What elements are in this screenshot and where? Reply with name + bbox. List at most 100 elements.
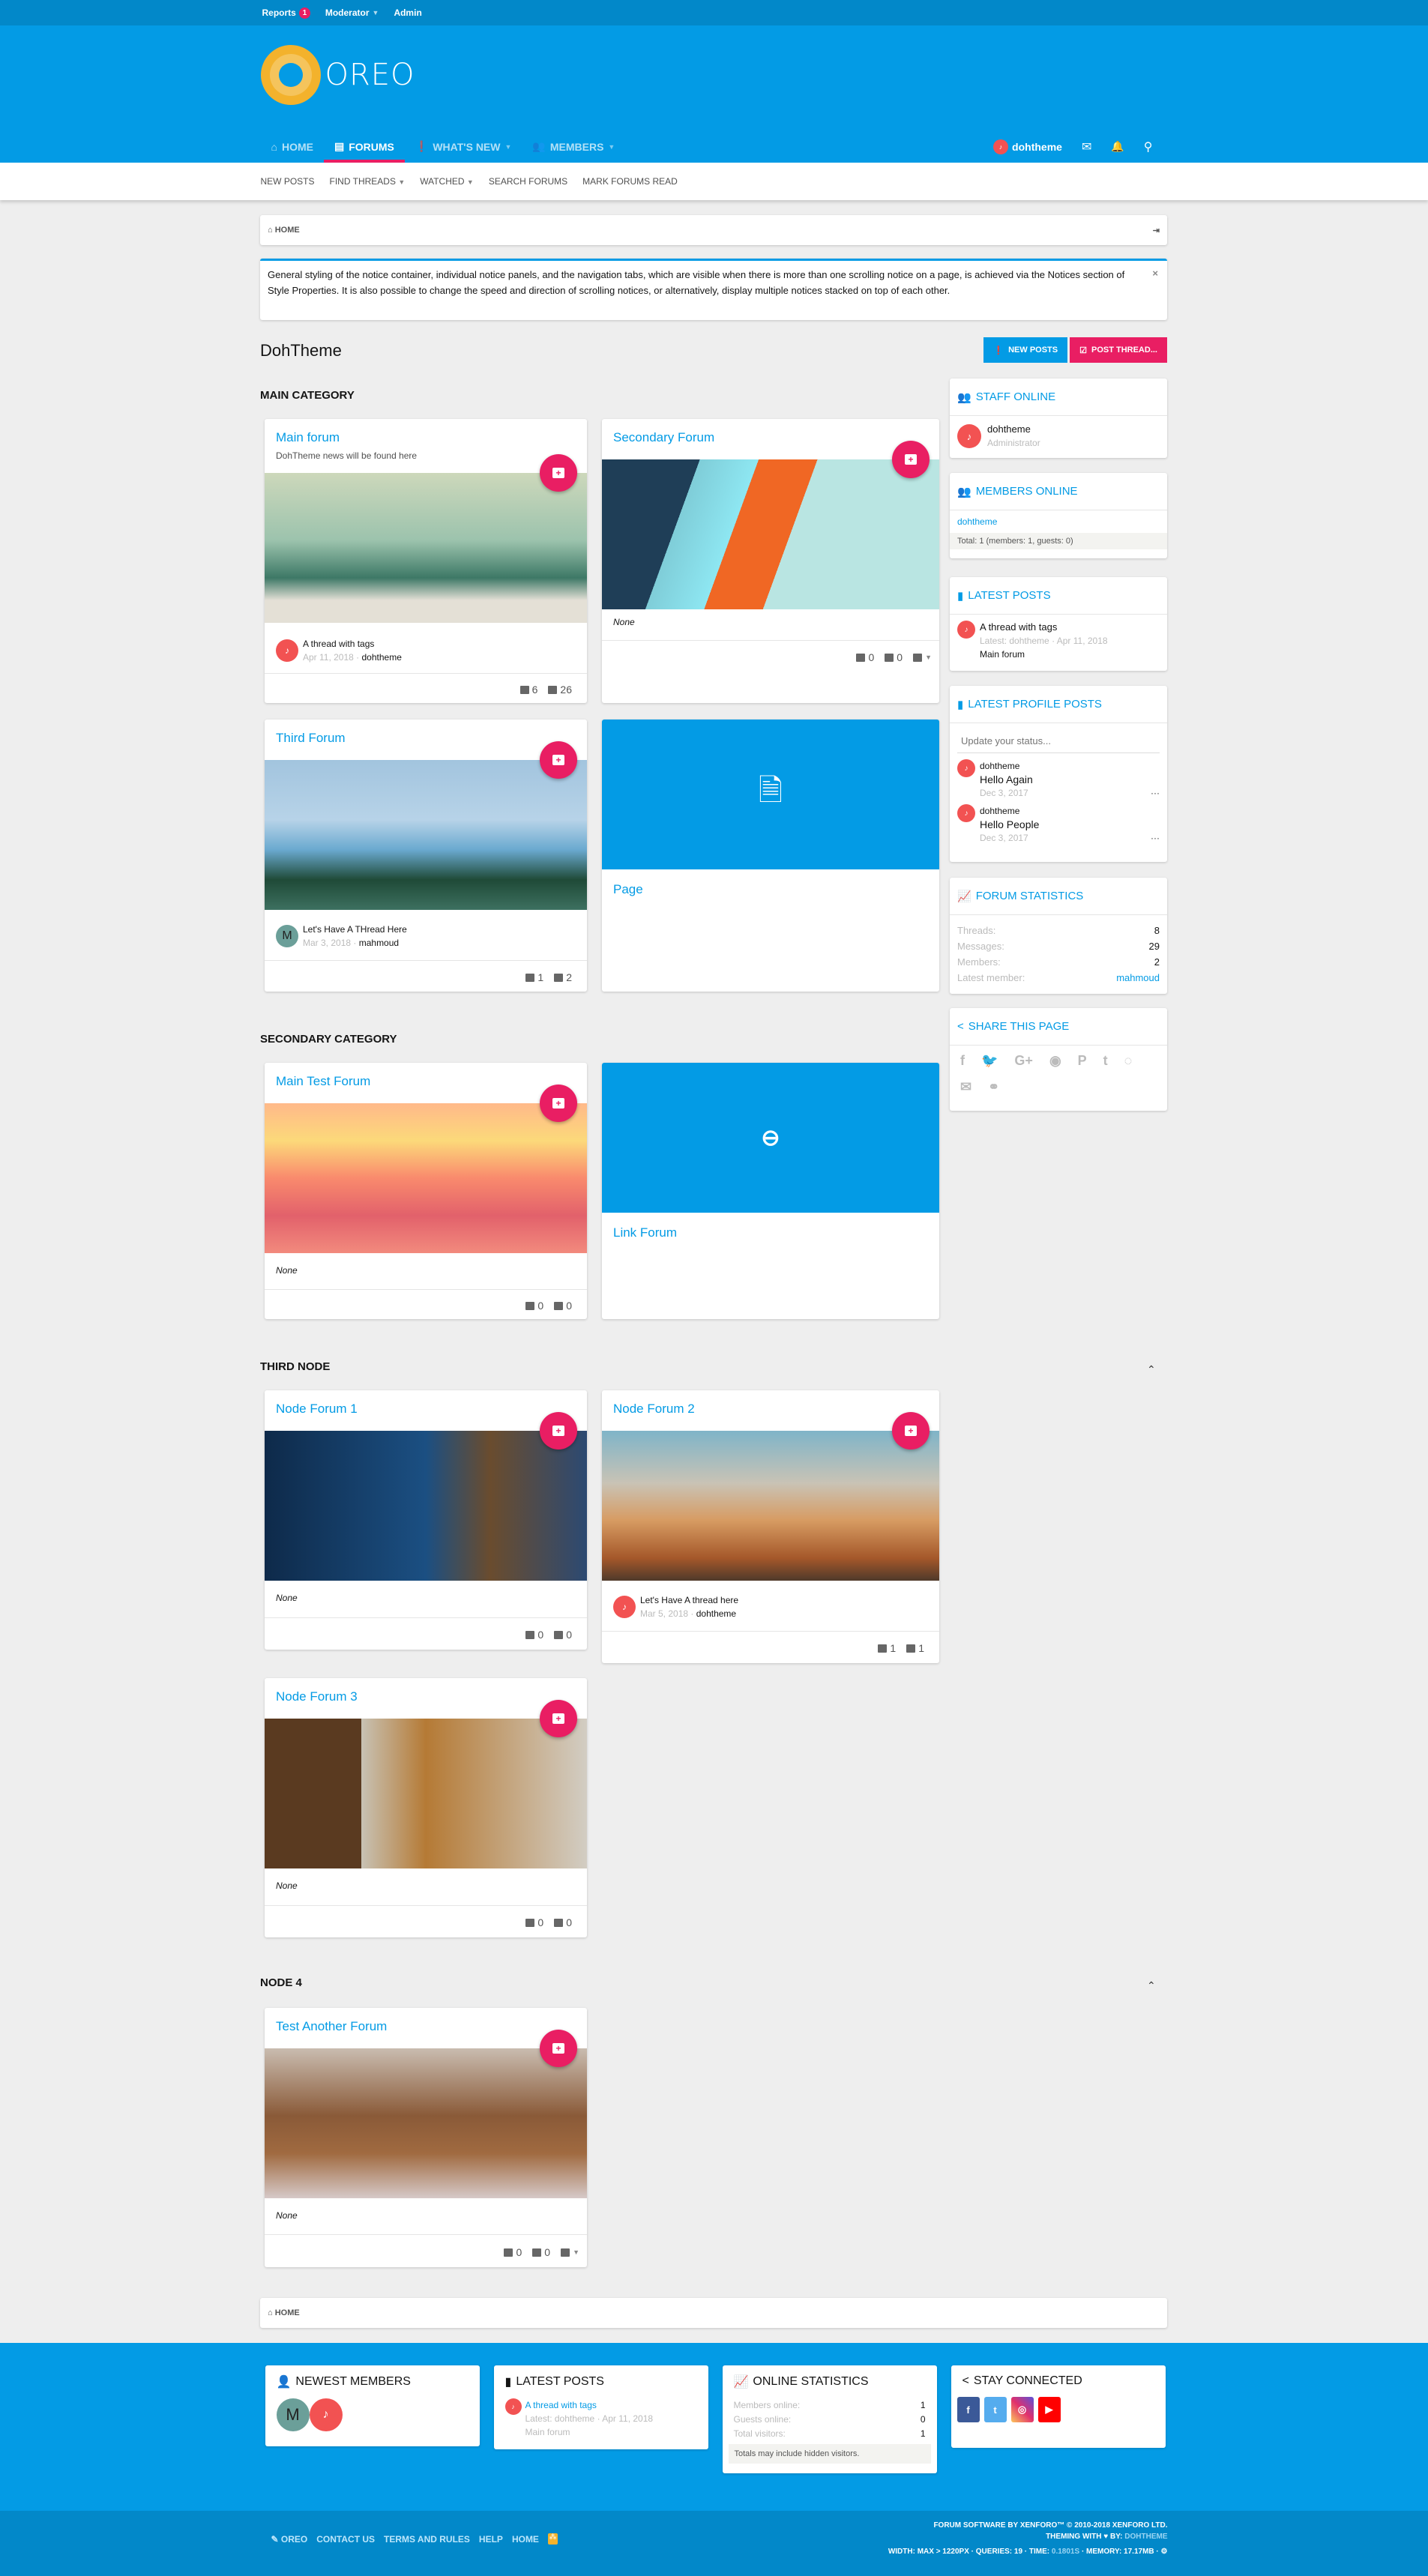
email-icon[interactable]: ✉	[960, 1079, 971, 1095]
add-comment-icon: +	[552, 1713, 564, 1724]
last-thread-link[interactable]: Let's Have A thread here	[640, 1595, 738, 1605]
widget-forum-stats: 📈 FORUM STATISTICS Threads: 8 Messages: 29 …	[950, 878, 1167, 994]
new-thread-fab[interactable]: +	[540, 1700, 577, 1737]
forum-image	[265, 1431, 587, 1581]
last-user-link[interactable]: dohtheme	[696, 1608, 736, 1619]
new-posts-icon: ❗	[993, 346, 1004, 355]
link-forum-card[interactable]: ⊖ Link Forum	[602, 1063, 939, 1319]
forum-title[interactable]: Node Forum 1	[276, 1402, 358, 1417]
online-note: Totals may include hidden visitors.	[728, 2444, 931, 2464]
brush-icon: ✎	[271, 2533, 279, 2545]
link-forum-title[interactable]: Link Forum	[613, 1225, 677, 1240]
pinterest-icon[interactable]: P	[1078, 1053, 1087, 1069]
forum-card: Third Forum + M Let's Have A THread Here M…	[265, 720, 587, 992]
close-icon[interactable]: ×	[1152, 265, 1158, 281]
forum-title[interactable]: Node Forum 2	[613, 1402, 695, 1417]
post-thread-button[interactable]: ☑ POST THREAD...	[1070, 337, 1167, 363]
online-member-link[interactable]: dohtheme	[957, 516, 997, 527]
collapse-icon[interactable]: ⌃	[1147, 1363, 1156, 1376]
last-post: ♪ Let's Have A thread here Mar 5, 2018 · d…	[613, 1587, 928, 1627]
avatar[interactable]: ♪	[957, 424, 981, 448]
add-comment-icon: +	[552, 2043, 564, 2054]
online-total: Total: 1 (members: 1, guests: 0)	[950, 533, 1167, 549]
twitter-icon[interactable]: t	[983, 2397, 1007, 2422]
threads-icon	[525, 1630, 535, 1639]
footer-link-terms[interactable]: TERMS AND RULES	[384, 2534, 470, 2545]
jump-icon[interactable]: ⇥	[1153, 226, 1160, 235]
new-thread-fab[interactable]: +	[540, 1085, 577, 1122]
page-title-link[interactable]: Page	[613, 882, 643, 897]
new-thread-fab[interactable]: +	[540, 1412, 577, 1450]
forum-title[interactable]: Test Another Forum	[276, 2019, 387, 2034]
twitter-icon[interactable]: 🐦	[981, 1053, 998, 1069]
latest-thread-link[interactable]: A thread with tags	[980, 621, 1057, 633]
collapse-icon[interactable]: ⌃	[1147, 1979, 1156, 1992]
whatsapp-icon[interactable]: ◌	[1124, 1053, 1133, 1069]
latest-forum-link[interactable]: Main forum	[980, 648, 1108, 661]
new-posts-button[interactable]: ❗ NEW POSTS	[983, 337, 1068, 363]
footer-link-help[interactable]: HELP	[479, 2534, 503, 2545]
members-icon: 👥	[957, 485, 971, 498]
new-thread-fab[interactable]: +	[540, 2030, 577, 2067]
forum-title[interactable]: Secondary Forum	[613, 430, 714, 445]
page-card[interactable]: 🗎 Page	[602, 720, 939, 992]
chevron-down-icon: ▼	[573, 2248, 579, 2256]
widget-latest-posts: ▮ LATEST POSTS ♪ A thread with tags Latest:…	[950, 577, 1167, 671]
forum-title[interactable]: Main Test Forum	[276, 1074, 370, 1089]
instagram-icon[interactable]: ◎	[1010, 2397, 1034, 2422]
dohtheme-link[interactable]: DOHTHEME	[1124, 2533, 1167, 2541]
new-thread-fab[interactable]: +	[540, 741, 577, 779]
last-user-link[interactable]: mahmoud	[359, 938, 399, 948]
add-comment-icon: +	[552, 468, 564, 478]
forum-card: Node Forum 1 + None 00	[265, 1390, 587, 1650]
messages-icon	[554, 1301, 564, 1310]
last-user-link[interactable]: dohtheme	[362, 652, 402, 663]
tumblr-icon[interactable]: t	[1103, 1053, 1108, 1069]
forum-stats: 0 0 ▼	[504, 2246, 579, 2258]
footer-link-oreo[interactable]: ✎ OREO	[271, 2534, 308, 2545]
rss-icon[interactable]: ⁂	[547, 2533, 558, 2545]
last-post-none: None	[276, 1593, 298, 1603]
link-icon[interactable]: ⚭	[988, 1079, 999, 1095]
avatar[interactable]: ♪	[309, 2398, 343, 2431]
footer-link-home[interactable]: HOME	[512, 2534, 539, 2545]
divider	[265, 1905, 587, 1906]
youtube-icon[interactable]: ▶	[1037, 2397, 1061, 2422]
footer-bar: ✎ OREO CONTACT US TERMS AND RULES HELP H…	[0, 2511, 1428, 2576]
subforums-menu[interactable]: ▼	[913, 653, 932, 662]
facebook-icon[interactable]: f	[956, 2397, 980, 2422]
notice: General styling of the notice container,…	[260, 259, 1167, 320]
facebook-icon[interactable]: f	[960, 1053, 965, 1069]
members-icon: 👥	[957, 390, 971, 404]
new-thread-fab[interactable]: +	[892, 441, 930, 478]
status-input[interactable]	[957, 729, 1160, 753]
staff-member-link[interactable]: dohtheme	[987, 423, 1031, 435]
last-thread-link[interactable]: A thread with tags	[303, 639, 374, 649]
avatar[interactable]: ♪	[957, 759, 975, 777]
new-thread-fab[interactable]: +	[892, 1412, 930, 1450]
more-icon[interactable]: ···	[1151, 831, 1160, 845]
latest-member-link[interactable]: mahmoud	[1116, 970, 1160, 986]
avatar[interactable]: M	[276, 2398, 310, 2431]
last-post-none: None	[276, 2210, 298, 2221]
breadcrumb-home[interactable]: HOME	[275, 2308, 300, 2317]
avatar[interactable]: ♪	[957, 804, 975, 822]
subforums-menu[interactable]: ▼	[561, 2248, 579, 2257]
google-plus-icon[interactable]: G+	[1014, 1053, 1033, 1069]
forum-image	[265, 1719, 587, 1868]
new-thread-fab[interactable]: +	[540, 454, 577, 492]
forum-title[interactable]: Main forum	[276, 430, 340, 445]
more-icon[interactable]: ···	[1151, 786, 1160, 800]
forum-title[interactable]: Node Forum 3	[276, 1689, 358, 1704]
last-post: M Let's Have A THread Here Mar 3, 2018 · m…	[276, 916, 576, 956]
gear-icon[interactable]: ⚙	[1161, 2548, 1168, 2556]
forum-stats: 12	[525, 971, 572, 983]
forum-title[interactable]: Third Forum	[276, 731, 346, 746]
forum-stats: 00	[525, 1916, 572, 1928]
last-thread-link[interactable]: Let's Have A THread Here	[303, 924, 407, 935]
reddit-icon[interactable]: ◉	[1049, 1053, 1061, 1069]
footer-link-contact[interactable]: CONTACT US	[316, 2534, 375, 2545]
latest-thread-link[interactable]: A thread with tags	[525, 2400, 597, 2410]
avatar: ♪	[276, 639, 298, 662]
breadcrumb-home[interactable]: HOME	[275, 226, 300, 235]
